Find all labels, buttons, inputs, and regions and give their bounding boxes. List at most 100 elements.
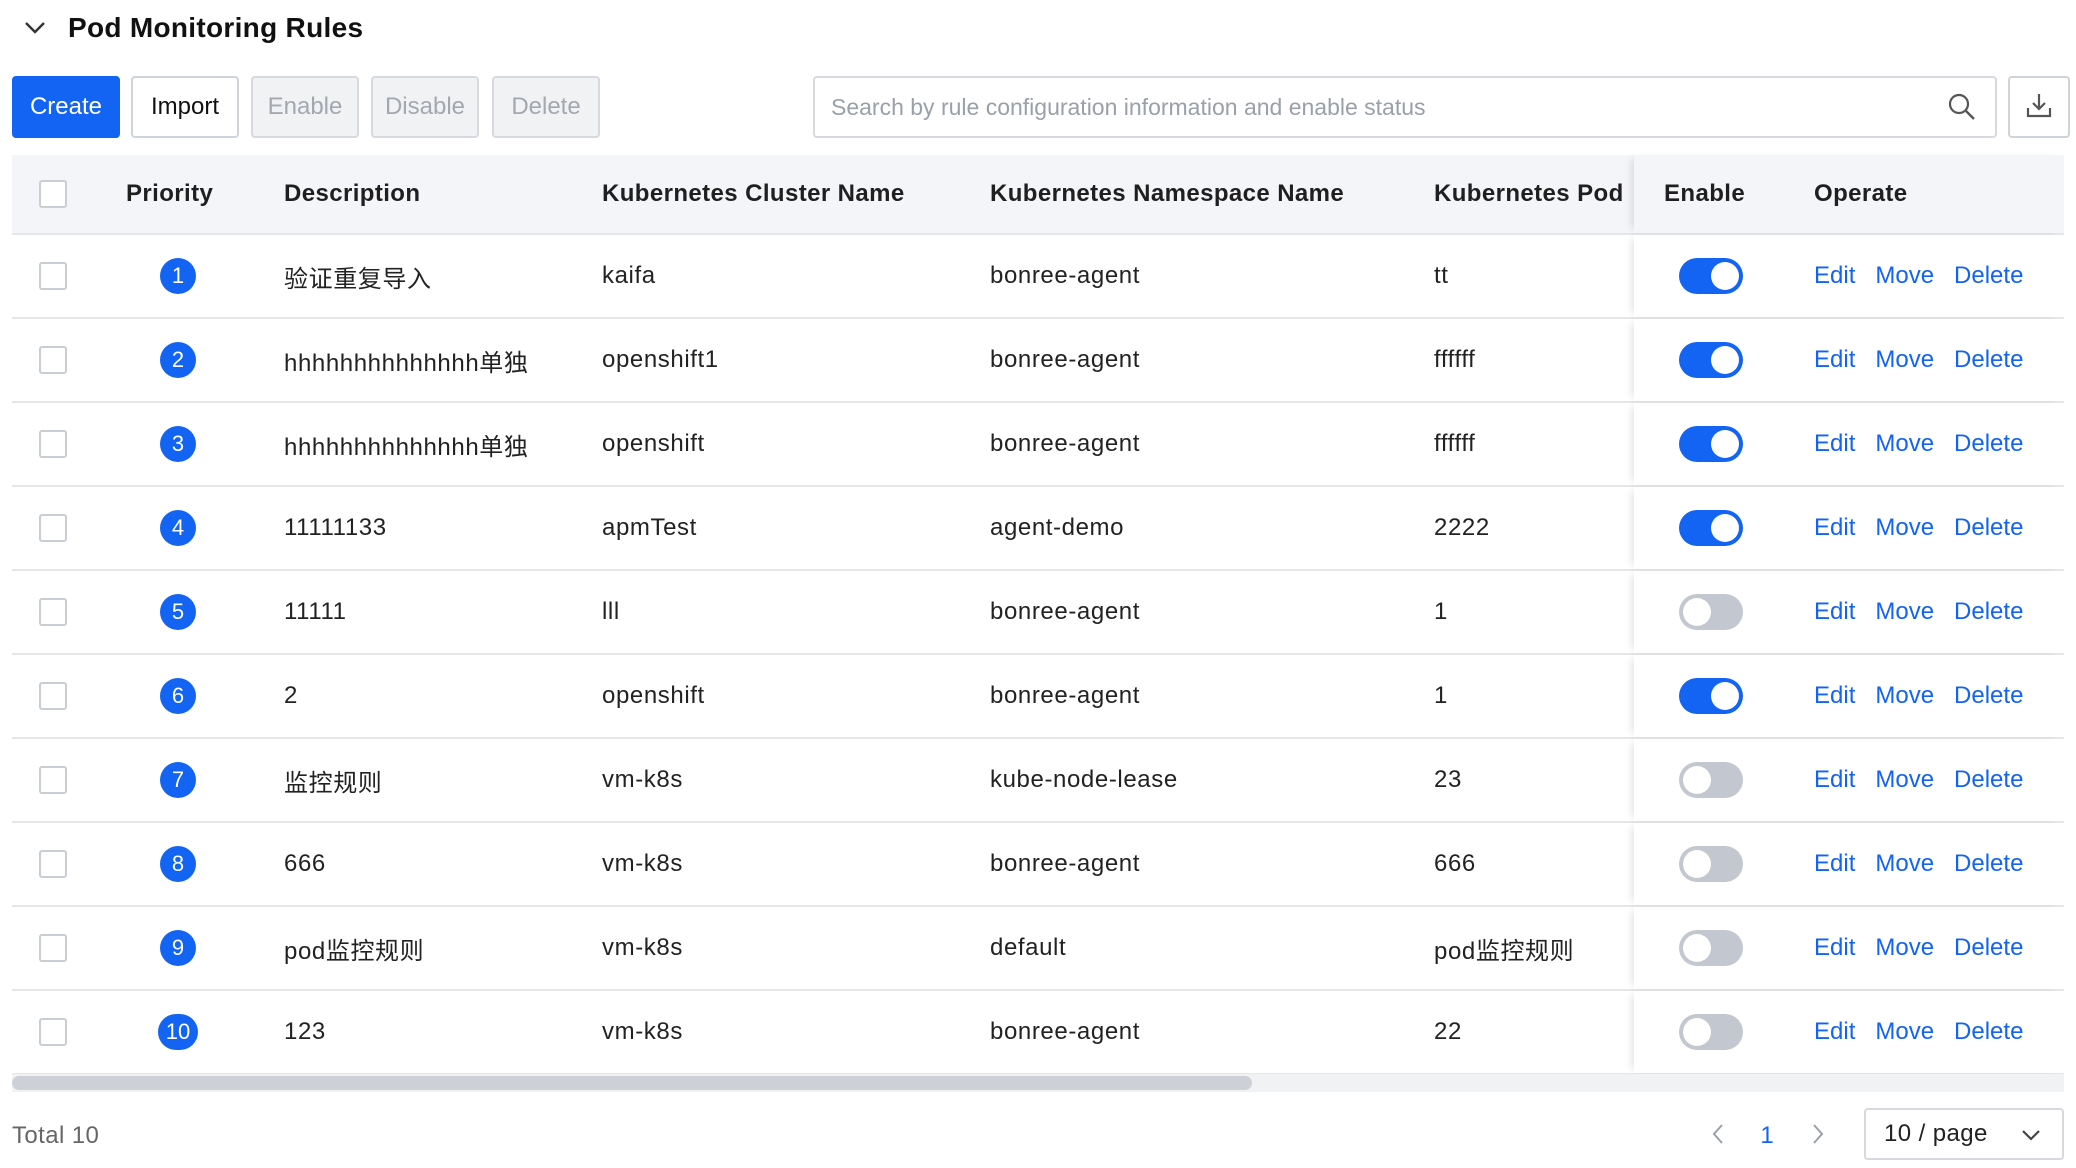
move-link[interactable]: Move [1875, 430, 1934, 458]
edit-link[interactable]: Edit [1814, 850, 1855, 878]
header-pod[interactable]: Kubernetes Pod [1434, 155, 1646, 233]
row-select-cell[interactable] [38, 991, 68, 1073]
page-number[interactable]: 1 [1752, 1122, 1782, 1150]
priority-badge: 1 [160, 258, 196, 294]
edit-link[interactable]: Edit [1814, 430, 1855, 458]
delete-button[interactable]: Delete [492, 76, 600, 138]
move-link[interactable]: Move [1875, 598, 1934, 626]
enable-toggle[interactable] [1679, 1014, 1743, 1050]
pod-cell: ffffff [1434, 430, 1476, 457]
row-select-cell[interactable] [38, 823, 68, 905]
delete-link[interactable]: Delete [1954, 346, 2023, 374]
import-button[interactable]: Import [131, 76, 239, 138]
table-row: 5 11111 lll bonree-agent 1 Edit Move Delete [12, 571, 2064, 655]
header-description[interactable]: Description [284, 155, 584, 233]
edit-link[interactable]: Edit [1814, 682, 1855, 710]
row-select-cell[interactable] [38, 235, 68, 317]
edit-link[interactable]: Edit [1814, 262, 1855, 290]
move-link[interactable]: Move [1875, 514, 1934, 542]
search-input[interactable] [831, 93, 1921, 121]
enable-toggle[interactable] [1679, 510, 1743, 546]
enable-toggle[interactable] [1679, 594, 1743, 630]
move-link[interactable]: Move [1875, 934, 1934, 962]
delete-link[interactable]: Delete [1954, 766, 2023, 794]
select-all-cell[interactable] [38, 155, 68, 233]
row-select-cell[interactable] [38, 739, 68, 821]
row-checkbox[interactable] [39, 682, 67, 710]
move-link[interactable]: Move [1875, 346, 1934, 374]
table-row: 10 123 vm-k8s bonree-agent 22 Edit Move Delete [12, 991, 2064, 1075]
row-select-cell[interactable] [38, 319, 68, 401]
move-link[interactable]: Move [1875, 850, 1934, 878]
priority-cell: 10 [128, 991, 228, 1073]
enable-toggle[interactable] [1679, 678, 1743, 714]
row-select-cell[interactable] [38, 907, 68, 989]
move-link[interactable]: Move [1875, 262, 1934, 290]
delete-link[interactable]: Delete [1954, 430, 2023, 458]
delete-link[interactable]: Delete [1954, 514, 2023, 542]
move-link[interactable]: Move [1875, 682, 1934, 710]
chevron-down-icon[interactable] [20, 13, 50, 43]
table-row: 3 hhhhhhhhhhhhhh单独 openshift bonree-agent ff… [12, 403, 2064, 487]
delete-link[interactable]: Delete [1954, 1018, 2023, 1046]
namespace-cell: bonree-agent [990, 682, 1140, 709]
row-select-cell[interactable] [38, 571, 68, 653]
header-priority[interactable]: Priority [126, 155, 266, 233]
row-checkbox[interactable] [39, 514, 67, 542]
select-all-checkbox[interactable] [39, 180, 67, 208]
disable-button[interactable]: Disable [371, 76, 479, 138]
delete-link[interactable]: Delete [1954, 262, 2023, 290]
row-checkbox[interactable] [39, 1018, 67, 1046]
enable-toggle[interactable] [1679, 846, 1743, 882]
row-select-cell[interactable] [38, 403, 68, 485]
scrollbar-thumb[interactable] [12, 1076, 1252, 1090]
description-cell: 11111 [284, 598, 347, 625]
row-checkbox[interactable] [39, 766, 67, 794]
namespace-cell: bonree-agent [990, 430, 1140, 457]
row-checkbox[interactable] [39, 346, 67, 374]
move-link[interactable]: Move [1875, 766, 1934, 794]
delete-link[interactable]: Delete [1954, 598, 2023, 626]
prev-page-button[interactable] [1702, 1120, 1734, 1152]
edit-link[interactable]: Edit [1814, 598, 1855, 626]
row-checkbox[interactable] [39, 430, 67, 458]
row-checkbox[interactable] [39, 934, 67, 962]
edit-link[interactable]: Edit [1814, 346, 1855, 374]
row-checkbox[interactable] [39, 262, 67, 290]
next-page-button[interactable] [1802, 1120, 1834, 1152]
search-icon[interactable] [1947, 92, 1977, 122]
description-cell: pod监控规则 [284, 937, 425, 965]
edit-link[interactable]: Edit [1814, 934, 1855, 962]
move-link[interactable]: Move [1875, 1018, 1934, 1046]
table-row: 7 监控规则 vm-k8s kube-node-lease 23 Edit Move Dele… [12, 739, 2064, 823]
enable-toggle[interactable] [1679, 930, 1743, 966]
row-select-cell[interactable] [38, 655, 68, 737]
row-checkbox[interactable] [39, 598, 67, 626]
enable-button[interactable]: Enable [251, 76, 359, 138]
pod-cell: 22 [1434, 1018, 1462, 1045]
delete-link[interactable]: Delete [1954, 934, 2023, 962]
header-namespace[interactable]: Kubernetes Namespace Name [990, 155, 1420, 233]
header-cluster[interactable]: Kubernetes Cluster Name [602, 155, 962, 233]
create-button[interactable]: Create [12, 76, 120, 138]
rules-table: Priority Description Kubernetes Cluster … [12, 155, 2064, 1075]
search-box[interactable] [813, 76, 1997, 138]
edit-link[interactable]: Edit [1814, 1018, 1855, 1046]
chevron-down-icon [2018, 1122, 2044, 1148]
delete-link[interactable]: Delete [1954, 850, 2023, 878]
enable-toggle[interactable] [1679, 426, 1743, 462]
download-button[interactable] [2008, 76, 2070, 138]
enable-toggle[interactable] [1679, 342, 1743, 378]
row-select-cell[interactable] [38, 487, 68, 569]
enable-toggle[interactable] [1679, 258, 1743, 294]
page-size-select[interactable]: 10 / page [1864, 1108, 2064, 1160]
operate-cell: Edit Move Delete [1814, 403, 2064, 485]
enable-toggle[interactable] [1679, 762, 1743, 798]
section-header[interactable]: Pod Monitoring Rules [20, 8, 363, 48]
edit-link[interactable]: Edit [1814, 766, 1855, 794]
row-checkbox[interactable] [39, 850, 67, 878]
horizontal-scrollbar[interactable] [12, 1074, 2064, 1092]
delete-link[interactable]: Delete [1954, 682, 2023, 710]
cluster-cell: apmTest [602, 514, 697, 541]
edit-link[interactable]: Edit [1814, 514, 1855, 542]
